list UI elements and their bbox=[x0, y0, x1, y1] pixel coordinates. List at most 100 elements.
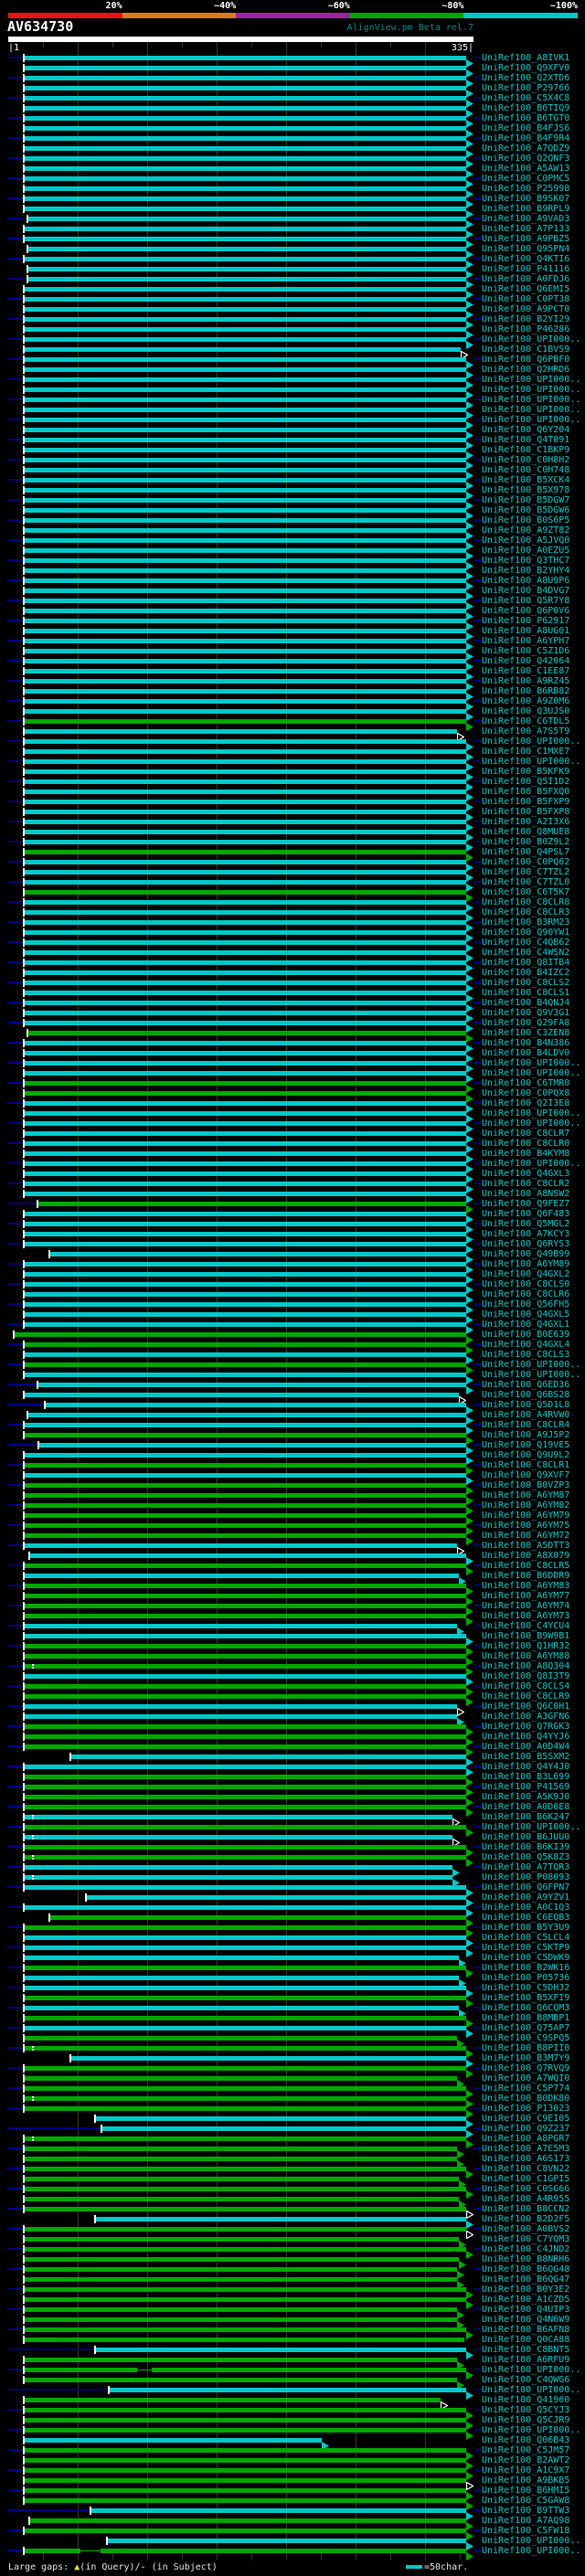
alignment-row[interactable]: UniRef100_B0VZP3 bbox=[0, 1480, 585, 1495]
hit-label[interactable]: UniRef100_A5JVQ0 bbox=[482, 535, 569, 546]
hit-label[interactable]: UniRef100_UPI000.. bbox=[482, 405, 580, 415]
hit-label[interactable]: UniRef100_UPI000.. bbox=[482, 1370, 580, 1380]
alignment-row[interactable]: UniRef100_C8CLR6 bbox=[0, 1289, 585, 1304]
hit-label[interactable]: UniRef100_A0BVS2 bbox=[482, 2224, 569, 2234]
alignment-row[interactable]: UniRef100_Q90YW1 bbox=[0, 928, 585, 942]
alignment-row[interactable]: UniRef100_Q2XTD6 bbox=[0, 73, 585, 88]
alignment-row[interactable]: UniRef100_C0PQX8 bbox=[0, 1088, 585, 1103]
hit-bar[interactable] bbox=[28, 217, 466, 221]
hit-bar[interactable] bbox=[25, 96, 466, 101]
hit-bar[interactable] bbox=[25, 729, 457, 734]
hit-label[interactable]: UniRef100_C5Z1D6 bbox=[482, 646, 569, 656]
hit-label[interactable]: UniRef100_P29766 bbox=[482, 83, 569, 93]
hit-bar[interactable] bbox=[46, 1403, 466, 1407]
hit-bar[interactable] bbox=[25, 1041, 466, 1045]
hit-label[interactable]: UniRef100_A6YM88 bbox=[482, 1651, 569, 1661]
hit-label[interactable]: UniRef100_UPI000.. bbox=[482, 415, 580, 425]
alignment-row[interactable]: UniRef100_Q5MGL2 bbox=[0, 1219, 585, 1234]
hit-label[interactable]: UniRef100_Q90YW1 bbox=[482, 928, 569, 938]
hit-label[interactable]: UniRef100_C7YQM3 bbox=[482, 2234, 569, 2244]
hit-label[interactable]: UniRef100_Q4KTI6 bbox=[482, 254, 569, 264]
hit-bar[interactable] bbox=[25, 1865, 452, 1870]
hit-label[interactable]: UniRef100_B6AFN8 bbox=[482, 2325, 569, 2335]
alignment-row[interactable]: UniRef100_C6T5K7 bbox=[0, 887, 585, 902]
alignment-row[interactable]: UniRef100_Q3UJS0 bbox=[0, 706, 585, 721]
hit-bar[interactable] bbox=[25, 377, 466, 382]
alignment-row[interactable]: UniRef100_B4N386 bbox=[0, 1038, 585, 1053]
alignment-row[interactable]: UniRef100_A8IVK1 bbox=[0, 53, 585, 68]
hit-label[interactable]: UniRef100_UPI000.. bbox=[482, 334, 580, 345]
hit-label[interactable]: UniRef100_Q9XFV0 bbox=[482, 63, 569, 73]
hit-bar[interactable] bbox=[25, 458, 466, 462]
alignment-row[interactable]: UniRef100_A0BVS2 bbox=[0, 2224, 585, 2240]
hit-bar[interactable] bbox=[25, 2317, 457, 2322]
hit-label[interactable]: UniRef100_C8CLR5 bbox=[482, 1561, 569, 1571]
hit-label[interactable]: UniRef100_B8MBP1 bbox=[482, 2013, 569, 2023]
alignment-row[interactable]: UniRef100_Q6EMI5 bbox=[0, 284, 585, 299]
hit-bar[interactable] bbox=[25, 1342, 466, 1347]
hit-bar[interactable] bbox=[30, 2518, 466, 2523]
hit-bar[interactable] bbox=[25, 960, 466, 965]
alignment-row[interactable]: UniRef100_C8CLR7 bbox=[0, 1129, 585, 1143]
hit-label[interactable]: UniRef100_A7QDZ9 bbox=[482, 143, 569, 154]
hit-bar[interactable] bbox=[25, 2016, 466, 2020]
alignment-row[interactable]: UniRef100_A9Z0M6 bbox=[0, 696, 585, 711]
alignment-row[interactable]: UniRef100_P41116 bbox=[0, 264, 585, 279]
alignment-row[interactable]: UniRef100_A6YM79 bbox=[0, 1511, 585, 1525]
hit-label[interactable]: UniRef100_C4QB62 bbox=[482, 938, 569, 948]
hit-bar[interactable] bbox=[25, 2086, 466, 2091]
hit-bar[interactable] bbox=[25, 599, 466, 603]
alignment-row[interactable]: UniRef100_C7TZL0 bbox=[0, 877, 585, 892]
hit-label[interactable]: UniRef100_C4WSN2 bbox=[482, 948, 569, 958]
hit-bar[interactable] bbox=[25, 1463, 466, 1468]
hit-bar[interactable] bbox=[15, 1332, 466, 1337]
hit-bar[interactable] bbox=[25, 900, 466, 905]
hit-bar[interactable] bbox=[25, 1734, 466, 1739]
alignment-row[interactable]: UniRef100_C8CLR0 bbox=[0, 1139, 585, 1153]
hit-bar[interactable] bbox=[25, 1925, 466, 1930]
alignment-row[interactable]: UniRef100_B5FXQ0 bbox=[0, 787, 585, 801]
hit-label[interactable]: UniRef100_B6TIQ9 bbox=[482, 103, 569, 113]
hit-label[interactable]: UniRef100_C0SG66 bbox=[482, 2184, 569, 2194]
hit-label[interactable]: UniRef100_A6YPH7 bbox=[482, 636, 569, 646]
hit-bar[interactable] bbox=[25, 2378, 457, 2382]
hit-label[interactable]: UniRef100_Q41960 bbox=[482, 2395, 569, 2405]
alignment-row[interactable]: UniRef100_B2D2F5 bbox=[0, 2214, 585, 2229]
hit-bar[interactable] bbox=[25, 1151, 466, 1156]
alignment-row[interactable]: UniRef100_UPI000.. bbox=[0, 405, 585, 419]
hit-label[interactable]: UniRef100_C8BNT5 bbox=[482, 2345, 569, 2355]
hit-bar[interactable] bbox=[25, 357, 466, 362]
hit-label[interactable]: UniRef100_Q4YYJ6 bbox=[482, 1732, 569, 1742]
alignment-row[interactable]: UniRef100_A9YZV1 bbox=[0, 1892, 585, 1907]
alignment-row[interactable]: UniRef100_Q49B99 bbox=[0, 1249, 585, 1264]
alignment-row[interactable]: UniRef100_B5X978 bbox=[0, 485, 585, 500]
hit-bar[interactable] bbox=[25, 1393, 459, 1397]
alignment-row[interactable]: UniRef100_Q5CJR9 bbox=[0, 2415, 585, 2430]
hit-bar[interactable] bbox=[25, 367, 466, 372]
hit-label[interactable]: UniRef100_B5DGW7 bbox=[482, 495, 569, 505]
alignment-row[interactable]: UniRef100_B5XFI9 bbox=[0, 1993, 585, 2008]
alignment-row[interactable]: UniRef100_P05736 bbox=[0, 1973, 585, 1988]
alignment-row[interactable]: UniRef100_Q8ITB4 bbox=[0, 958, 585, 972]
hit-label[interactable]: UniRef100_C7TZL0 bbox=[482, 877, 569, 887]
hit-label[interactable]: UniRef100_C8CLR0 bbox=[482, 1139, 569, 1149]
hit-bar[interactable] bbox=[25, 2006, 459, 2010]
hit-label[interactable]: UniRef100_A4RVW0 bbox=[482, 1410, 569, 1420]
hit-label[interactable]: UniRef100_Q29FA8 bbox=[482, 1018, 569, 1028]
hit-bar[interactable] bbox=[25, 1493, 466, 1498]
hit-label[interactable]: UniRef100_B6KI39 bbox=[482, 1842, 569, 1852]
hit-label[interactable]: UniRef100_A6S173 bbox=[482, 2154, 569, 2164]
hit-bar[interactable] bbox=[38, 1383, 466, 1387]
alignment-row[interactable]: UniRef100_C8VN22 bbox=[0, 2164, 585, 2178]
hit-label[interactable]: UniRef100_A7AQ98 bbox=[482, 2516, 569, 2526]
hit-bar[interactable] bbox=[25, 719, 466, 724]
alignment-row[interactable]: UniRef100_B9W9B1 bbox=[0, 1631, 585, 1646]
hit-label[interactable]: UniRef100_B6K247 bbox=[482, 1812, 569, 1822]
hit-bar[interactable] bbox=[25, 759, 466, 764]
hit-bar[interactable] bbox=[25, 1161, 466, 1166]
alignment-row[interactable]: UniRef100_B6HMI5 bbox=[0, 2486, 585, 2500]
alignment-row[interactable]: UniRef100_A5K9J0 bbox=[0, 1792, 585, 1807]
hit-label[interactable]: UniRef100_Q19VE5 bbox=[482, 1440, 569, 1450]
hit-bar[interactable] bbox=[25, 156, 466, 161]
alignment-row[interactable]: UniRef100_C5GAW8 bbox=[0, 2496, 585, 2510]
